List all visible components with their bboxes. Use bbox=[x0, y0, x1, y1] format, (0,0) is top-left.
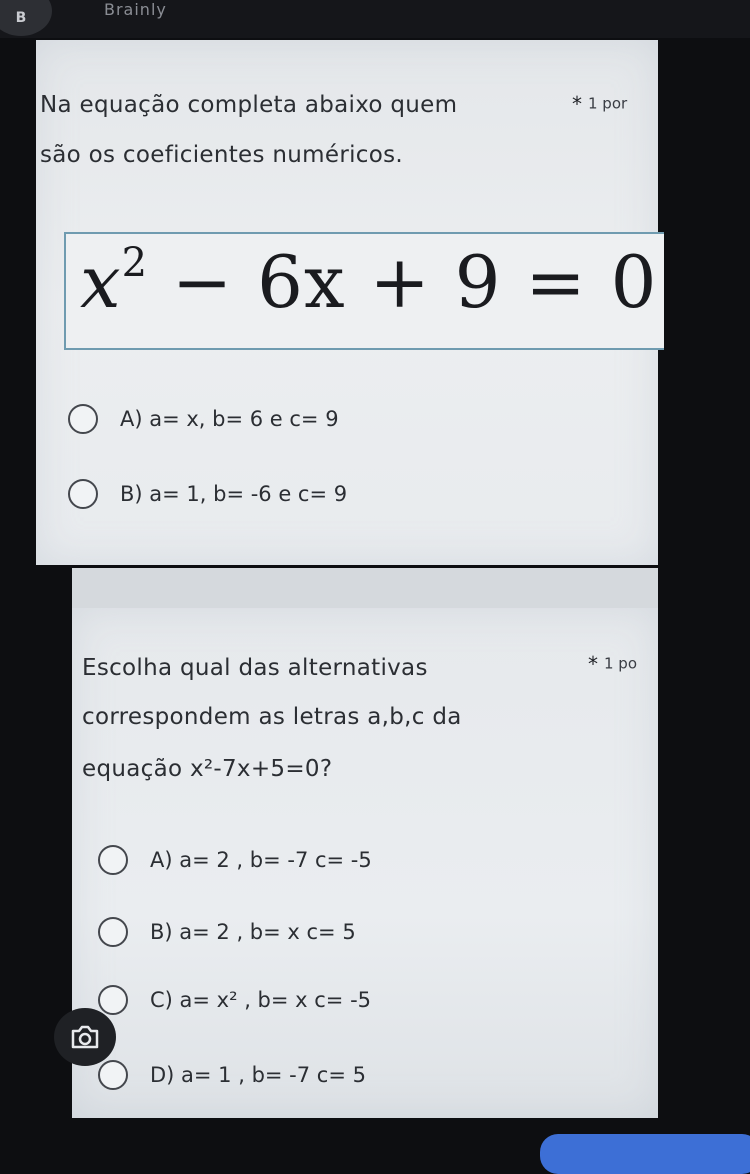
camera-icon[interactable] bbox=[54, 1008, 116, 1066]
app-logo[interactable]: B bbox=[0, 0, 52, 36]
question2-option-d[interactable]: D) a= 1 , b= -7 c= 5 bbox=[98, 1060, 366, 1090]
app-name: Brainly bbox=[104, 0, 167, 19]
option-label: C) a= x² , b= x c= -5 bbox=[150, 988, 372, 1012]
question2-text-line1: Escolha qual das alternativas bbox=[82, 655, 428, 681]
required-star-icon: * bbox=[588, 652, 598, 676]
option-label: B) a= 1, b= -6 e c= 9 bbox=[120, 482, 348, 506]
option-label: A) a= x, b= 6 e c= 9 bbox=[120, 407, 339, 431]
question1-points: * 1 por bbox=[572, 92, 627, 116]
option-label: D) a= 1 , b= -7 c= 5 bbox=[150, 1063, 366, 1087]
equation-rest: − 6x + 9 = 0 bbox=[148, 240, 658, 324]
question1-option-b[interactable]: B) a= 1, b= -6 e c= 9 bbox=[68, 479, 347, 509]
radio-button[interactable] bbox=[98, 1060, 128, 1090]
option-label: B) a= 2 , b= x c= 5 bbox=[150, 920, 356, 944]
question2-text-line3: equação x²-7x+5=0? bbox=[82, 756, 333, 782]
radio-button[interactable] bbox=[98, 845, 128, 875]
radio-button[interactable] bbox=[98, 917, 128, 947]
section-divider bbox=[72, 568, 658, 608]
equation-image: x2 − 6x + 9 = 0 bbox=[80, 240, 657, 324]
radio-button[interactable] bbox=[68, 479, 98, 509]
equation-exponent: 2 bbox=[121, 240, 149, 286]
points-label: 1 po bbox=[604, 654, 638, 673]
question2-option-b[interactable]: B) a= 2 , b= x c= 5 bbox=[98, 917, 356, 947]
top-bar: B Brainly bbox=[0, 0, 750, 38]
question2-option-c[interactable]: C) a= x² , b= x c= -5 bbox=[98, 985, 371, 1015]
radio-button[interactable] bbox=[68, 404, 98, 434]
points-label: 1 por bbox=[588, 94, 628, 113]
radio-button[interactable] bbox=[98, 985, 128, 1015]
question2-option-a[interactable]: A) a= 2 , b= -7 c= -5 bbox=[98, 845, 372, 875]
question2-text-line2: correspondem as letras a,b,c da bbox=[82, 704, 462, 730]
bottom-action-button[interactable] bbox=[540, 1134, 750, 1174]
option-label: A) a= 2 , b= -7 c= -5 bbox=[150, 848, 372, 872]
question1-option-a[interactable]: A) a= x, b= 6 e c= 9 bbox=[68, 404, 339, 434]
question1-text-line2: são os coeficientes numéricos. bbox=[40, 142, 403, 168]
camera-icon-glyph bbox=[71, 1025, 99, 1049]
question2-points: * 1 po bbox=[588, 652, 637, 676]
required-star-icon: * bbox=[572, 92, 582, 116]
equation-base: x bbox=[80, 240, 122, 324]
question1-text-line1: Na equação completa abaixo quem bbox=[40, 92, 458, 118]
